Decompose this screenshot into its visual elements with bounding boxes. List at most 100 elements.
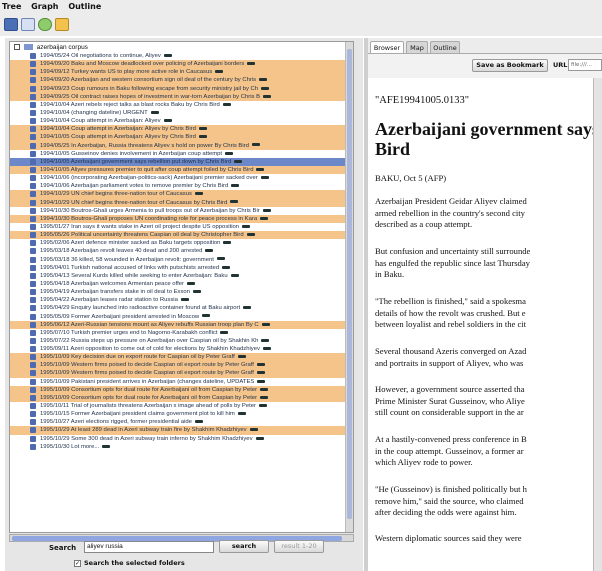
tree-row[interactable]: 1995/05/26 Political uncertainty threate… bbox=[10, 231, 353, 240]
tree-row[interactable]: 1994/10/04 Coup attempt in Azerbaijan: A… bbox=[10, 125, 353, 134]
document-icon bbox=[30, 256, 36, 263]
add-icon[interactable] bbox=[38, 18, 52, 31]
tree-row[interactable]: 1995/10/15 Former Azerbaijani president … bbox=[10, 410, 353, 418]
tree-row[interactable]: 1994/10/29 UN chief begins three-nation … bbox=[10, 190, 353, 199]
tree-row[interactable]: 1994/10/06 (incorporating Azerbaijan-pol… bbox=[10, 174, 353, 182]
tree-vertical-scroll-thumb[interactable] bbox=[347, 49, 352, 519]
tree-row[interactable]: 1994/10/04 Azeri rebels reject talks as … bbox=[10, 101, 353, 109]
tree-row[interactable]: 1994/09/23 Coup rumours in Baku followin… bbox=[10, 84, 353, 93]
tree-row[interactable]: 1994/10/05 Gusseinov denies involvement … bbox=[10, 150, 353, 158]
tree-row[interactable]: 1994/09/12 Turkey wants US to play more … bbox=[10, 68, 353, 77]
tree-row[interactable]: 1995/09/11 Azeri opposition to come out … bbox=[10, 345, 353, 353]
tree-row-label: 1995/07/10 Turkish premier urges end to … bbox=[40, 329, 218, 336]
tree-row[interactable]: 1995/10/29 At least 289 dead in Azeri su… bbox=[10, 426, 353, 435]
search-selected-folders-checkbox[interactable]: ✓ bbox=[74, 560, 81, 567]
tree-row[interactable]: 1995/10/09 Key decision due on export ro… bbox=[10, 353, 353, 362]
preview-icon bbox=[262, 347, 271, 350]
tab-browser[interactable]: Browser bbox=[370, 41, 404, 53]
preview-icon bbox=[256, 167, 265, 171]
document-icon bbox=[30, 199, 36, 206]
tree-row[interactable]: 1994/10/06 Azerbaijan parliament votes t… bbox=[10, 182, 353, 190]
tree-row[interactable]: 1994/09/20 Baku and Moscow deadlocked ov… bbox=[10, 60, 353, 69]
tree-row-label: 1995/04/01 Turkish national accused of l… bbox=[40, 264, 220, 271]
tree-row-label: 1995/10/09 Consortium opts for dual rout… bbox=[40, 394, 258, 401]
tree-row[interactable]: 1995/07/22 Russia steps up pressure on A… bbox=[10, 337, 353, 345]
tree-row[interactable]: 1995/10/09 Consortium opts for dual rout… bbox=[10, 393, 353, 403]
tree-row[interactable]: 1995/10/27 Azeri elections rigged, forme… bbox=[10, 418, 353, 426]
preview-icon bbox=[255, 436, 264, 440]
tree-row[interactable]: 1995/01/27 Iran says it wants stake in A… bbox=[10, 223, 353, 231]
article-paragraph: "He (Gusseinov) is finished politically … bbox=[375, 484, 527, 518]
article-vertical-scrollbar[interactable] bbox=[593, 78, 602, 571]
tree-row[interactable]: 1994/05/25 In Azerbaijan, Russia threate… bbox=[10, 141, 353, 150]
result-button[interactable]: result 1-20 bbox=[274, 540, 324, 553]
tree-row[interactable]: 1994/10/05 Aliyev pressures premier to q… bbox=[10, 165, 353, 175]
menu-tree[interactable]: Tree bbox=[2, 2, 21, 11]
save-bookmark-button[interactable]: Save as Bookmark bbox=[472, 59, 548, 72]
menu-outline[interactable]: Outline bbox=[68, 2, 101, 11]
tree-row[interactable]: 1995/10/09 Western firms poised to decid… bbox=[10, 361, 353, 370]
tree-row[interactable]: 1995/04/01 Turkish national accused of l… bbox=[10, 264, 353, 272]
tree-root[interactable]: azerbaijan corpus bbox=[14, 43, 88, 52]
tree-row[interactable]: 1995/04/22 Azerbaijan leases radar stati… bbox=[10, 296, 353, 304]
tree-row[interactable]: 1995/04/13 Several Kurds killed while se… bbox=[10, 272, 353, 280]
menu-graph[interactable]: Graph bbox=[31, 2, 58, 11]
tree-row[interactable]: 1995/07/10 Turkish premier urges end to … bbox=[10, 329, 353, 337]
tree-row[interactable]: 1995/02/06 Azeri defence minister sacked… bbox=[10, 239, 353, 247]
tree-row[interactable]: 1995/10/09 Western firms poised to decid… bbox=[10, 369, 353, 378]
tree-row[interactable]: 1994/10/05 Coup attempt in Azerbaijan: A… bbox=[10, 133, 353, 142]
tree-row[interactable]: 1994/10/30 Boutros-Ghali proposes UN coo… bbox=[10, 214, 353, 223]
preview-icon bbox=[202, 314, 211, 318]
tree-row[interactable]: 1994/09/25 Oil contract raises hopes of … bbox=[10, 92, 353, 101]
tree-vertical-scrollbar[interactable] bbox=[345, 42, 353, 532]
tree-row[interactable]: 1995/03/18 36 killed, 58 wounded in Azer… bbox=[10, 256, 353, 264]
tree-row[interactable]: 1995/04/29 Enquiry launched into radioac… bbox=[10, 304, 353, 312]
tree-row-label: 1995/10/11 Trial of journalists threaten… bbox=[40, 403, 257, 410]
tree-row[interactable]: 1995/10/09 Consortium opts for dual rout… bbox=[10, 385, 353, 394]
document-icon bbox=[30, 248, 36, 255]
tree-row-label: 1994/10/30 Boutros-Ghali urges Armenia t… bbox=[40, 207, 260, 214]
document-icon bbox=[30, 175, 36, 182]
search-button[interactable]: search bbox=[219, 540, 269, 553]
tree-row[interactable]: 1995/10/09 Pakistani president arrives i… bbox=[10, 378, 353, 386]
tree-row[interactable]: 1995/03/18 Azerbaijan revolt leaves 40 d… bbox=[10, 247, 353, 255]
document-icon bbox=[30, 443, 36, 450]
tree-row-label: 1994/05/25 In Azerbaijan, Russia threate… bbox=[40, 142, 249, 149]
search-input[interactable]: aliyev russia bbox=[84, 541, 214, 553]
tab-map[interactable]: Map bbox=[406, 41, 428, 53]
article-paragraph: At a hastily-convened press conference i… bbox=[375, 434, 527, 468]
graph-view-icon[interactable] bbox=[21, 18, 35, 31]
preview-icon bbox=[198, 135, 207, 139]
tree-row[interactable]: 1994/10/29 UN chief begins three-nation … bbox=[10, 198, 353, 207]
tree-row[interactable]: 1994/09/20 Azerbaijan and western consor… bbox=[10, 76, 353, 85]
tree-row[interactable]: 1995/06/12 Azeri-Russian tensions mount … bbox=[10, 320, 353, 329]
preview-icon bbox=[260, 176, 269, 180]
tree-row[interactable]: 1994/10/04 (changing dateline) URGENT bbox=[10, 109, 353, 117]
document-icon bbox=[30, 191, 36, 198]
preview-icon bbox=[251, 143, 260, 147]
url-field[interactable]: file:///... bbox=[568, 59, 602, 71]
preview-icon bbox=[220, 330, 229, 334]
tree-row[interactable]: 1995/04/19 Azerbaijan transfers stake in… bbox=[10, 288, 353, 296]
tree-row[interactable]: 1995/04/18 Azerbaijan welcomes Armenian … bbox=[10, 280, 353, 288]
tree-view-icon[interactable] bbox=[4, 18, 18, 31]
tree-row[interactable]: 1994/05/24 Oil negotiations to continue,… bbox=[10, 52, 353, 60]
preview-icon bbox=[246, 233, 255, 237]
expand-icon[interactable] bbox=[14, 44, 20, 51]
tree-row[interactable]: 1994/10/05 Azerbaijani government says r… bbox=[10, 157, 353, 166]
tree-row-label: 1995/04/13 Several Kurds killed while se… bbox=[40, 272, 228, 279]
tree-row[interactable]: 1995/05/09 Former Azerbaijani president … bbox=[10, 313, 353, 321]
tab-outline[interactable]: Outline bbox=[430, 41, 460, 53]
preview-icon bbox=[247, 62, 256, 66]
tree-row[interactable]: 1995/10/29 Some 300 dead in Azeri subway… bbox=[10, 435, 353, 443]
tree-row[interactable]: 1994/10/04 Coup attempt in Azerbaijan: A… bbox=[10, 117, 353, 125]
preview-icon bbox=[192, 290, 201, 294]
document-icon bbox=[30, 435, 36, 442]
document-icon bbox=[30, 305, 36, 312]
folder-icon[interactable] bbox=[55, 18, 69, 31]
tree-row[interactable]: 1994/10/30 Boutros-Ghali urges Armenia t… bbox=[10, 207, 353, 215]
preview-icon bbox=[242, 224, 251, 228]
tree-row[interactable]: 1995/10/11 Trial of journalists threaten… bbox=[10, 402, 353, 410]
preview-icon bbox=[180, 298, 189, 302]
tree-row[interactable]: 1995/10/30 Lot more... bbox=[10, 443, 353, 451]
